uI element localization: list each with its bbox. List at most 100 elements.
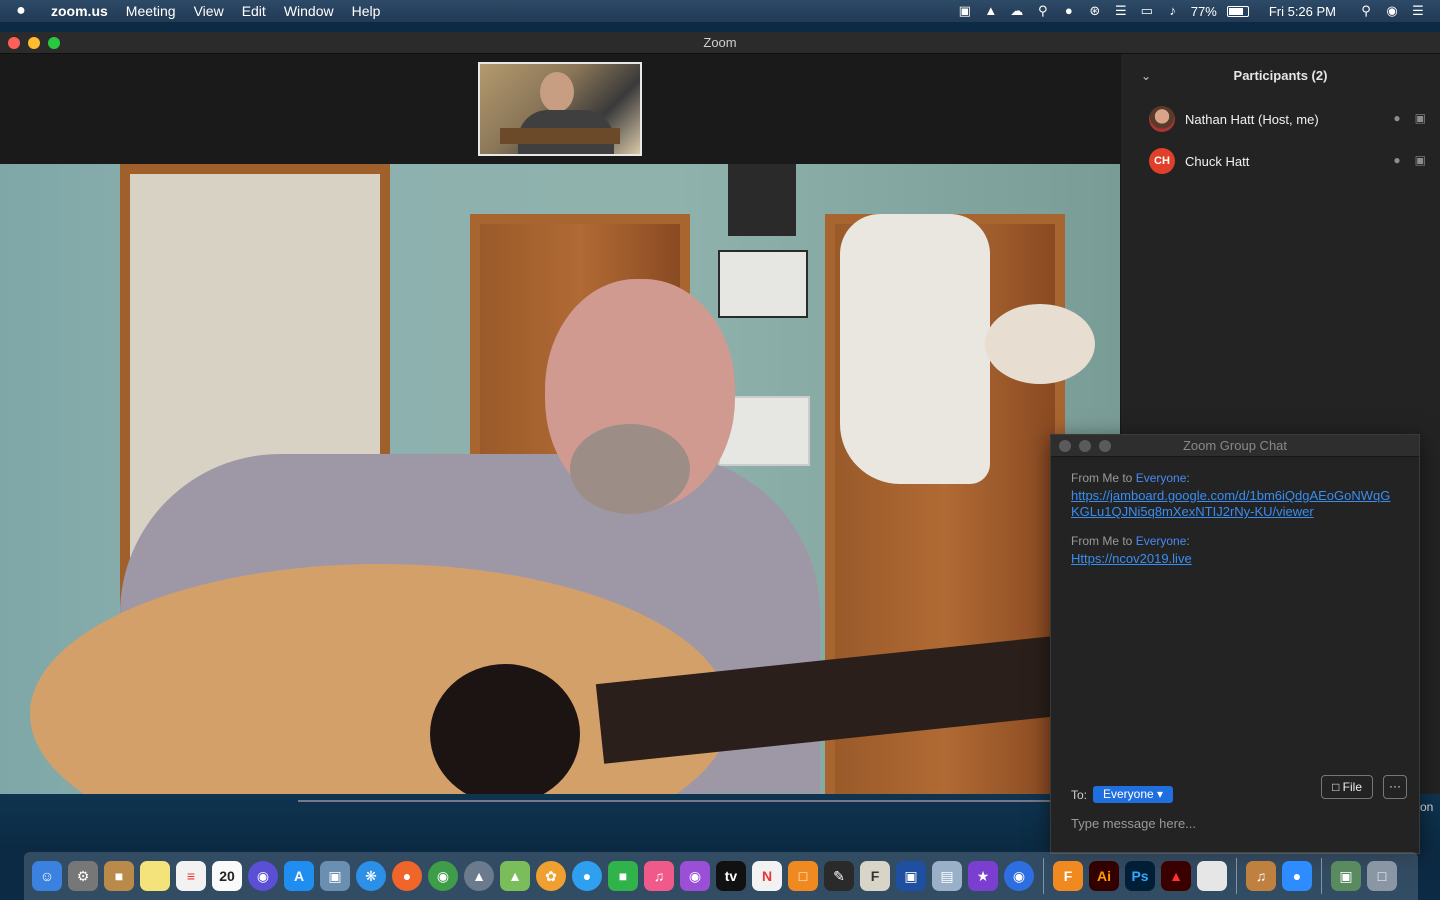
garageband-icon[interactable]: ♫ (1246, 861, 1276, 891)
recipient-dropdown[interactable]: Everyone ▾ (1093, 786, 1174, 803)
creative-cloud-icon[interactable]: ☁ (1009, 4, 1025, 18)
reminders-icon[interactable]: ≡ (176, 861, 206, 891)
battery-percent[interactable]: 77% (1191, 4, 1217, 19)
books-icon[interactable]: □ (788, 861, 818, 891)
acrobat-icon[interactable]: ▲ (1161, 861, 1191, 891)
notification-center-icon[interactable]: ☰ (1410, 4, 1426, 18)
message-recipient: Everyone (1135, 471, 1187, 485)
photoshop-icon[interactable]: Ps (1125, 861, 1155, 891)
zoom-icon[interactable]: ● (1282, 861, 1312, 891)
chat-window-controls (1059, 440, 1111, 452)
file-button[interactable]: □ File (1321, 775, 1373, 799)
podcasts-icon[interactable]: ◉ (680, 861, 710, 891)
microphone-icon[interactable]: ● (1393, 111, 1400, 125)
launchpad-icon[interactable]: ▲ (464, 861, 494, 891)
chat-message-header: From Me to Everyone: (1071, 471, 1399, 485)
siri-icon[interactable]: ◉ (1384, 4, 1400, 18)
chat-titlebar[interactable]: Zoom Group Chat (1051, 435, 1419, 457)
message-link[interactable]: https://jamboard.google.com/d/1bm6iQdgAE… (1071, 488, 1399, 520)
trash-icon[interactable]: □ (1367, 861, 1397, 891)
scrivener-icon[interactable]: ✎ (824, 861, 854, 891)
participants-title: Participants (2) (1233, 68, 1328, 83)
browser-icon[interactable]: ◉ (1004, 861, 1034, 891)
fusion-360-icon[interactable]: F (1053, 861, 1083, 891)
zoom-status-icon[interactable]: ▣ (957, 4, 973, 18)
chat-zoom-button[interactable] (1099, 440, 1111, 452)
video-camera-icon[interactable]: ▣ (1415, 111, 1426, 125)
self-video-thumbnail[interactable] (478, 62, 642, 156)
message-from: From Me to (1071, 471, 1136, 485)
messages-icon[interactable]: ● (572, 861, 602, 891)
system-preferences-icon[interactable]: ⚙ (68, 861, 98, 891)
app-store-icon[interactable]: A (284, 861, 314, 891)
menu-help[interactable]: Help (343, 0, 390, 22)
facetime-icon[interactable]: ■ (608, 861, 638, 891)
file-button-label: File (1342, 780, 1362, 794)
shield-icon[interactable]: ● (1061, 4, 1077, 18)
battery-icon[interactable] (1226, 5, 1249, 17)
upload-icon[interactable]: ▲ (983, 4, 999, 18)
menu-view[interactable]: View (185, 0, 233, 22)
illustrator-icon[interactable]: Ai (1089, 861, 1119, 891)
contacts-icon[interactable]: ■ (104, 861, 134, 891)
participant-name: Nathan Hatt (Host, me) (1185, 111, 1319, 127)
minimize-window-button[interactable] (28, 37, 40, 49)
active-speaker-video[interactable] (0, 164, 1120, 794)
firefox-icon[interactable]: ● (392, 861, 422, 891)
airplay-icon[interactable]: ▭ (1139, 4, 1155, 18)
chevron-down-icon[interactable]: ⌄ (1141, 54, 1151, 98)
message-link[interactable]: Https://ncov2019.live (1071, 551, 1399, 567)
participant-row[interactable]: Nathan Hatt (Host, me) ● ▣ (1121, 98, 1440, 140)
music-icon[interactable]: ♫ (644, 861, 674, 891)
message-colon: : (1186, 534, 1190, 548)
menu-window[interactable]: Window (275, 0, 343, 22)
preview-icon[interactable]: ▣ (320, 861, 350, 891)
volume-icon[interactable]: ♪ (1165, 4, 1181, 18)
close-window-button[interactable] (8, 37, 20, 49)
caret-down-icon: ▾ (1157, 787, 1164, 801)
more-options-button[interactable]: ··· (1383, 775, 1407, 799)
news-icon[interactable]: N (752, 861, 782, 891)
participant-row[interactable]: CH Chuck Hatt ● ▣ (1121, 140, 1440, 182)
menu-meeting[interactable]: Meeting (117, 0, 185, 22)
bluetooth-icon[interactable]: ⊛ (1087, 4, 1103, 18)
lock-icon[interactable]: ⚲ (1035, 4, 1051, 18)
horizontal-scrollbar[interactable] (298, 800, 1050, 802)
document-icon[interactable] (1197, 861, 1227, 891)
notes-icon[interactable] (140, 861, 170, 891)
video-guitar-soundhole (430, 664, 580, 794)
message-input[interactable] (1071, 813, 1401, 833)
chat-message: From Me to Everyone: https://jamboard.go… (1071, 471, 1399, 520)
video-camera-icon[interactable]: ▣ (1415, 153, 1426, 167)
maps-icon[interactable]: ▲ (500, 861, 530, 891)
apple-tv-icon[interactable]: tv (716, 861, 746, 891)
microphone-icon[interactable]: ● (1393, 153, 1400, 167)
scanner-icon[interactable]: ▤ (932, 861, 962, 891)
menu-zoom-us[interactable]: zoom.us (42, 0, 117, 22)
dock: ☺ ⚙ ■ ≡ 20 ◉ A ▣ ❋ ● ◉ ▲ ▲ ✿ ● ■ ♫ ◉ tv … (24, 852, 1418, 900)
menu-edit[interactable]: Edit (233, 0, 275, 22)
wifi-icon[interactable]: ☰ (1113, 4, 1129, 18)
clock[interactable]: Fri 5:26 PM (1269, 4, 1336, 19)
chat-close-button[interactable] (1059, 440, 1071, 452)
message-colon: : (1186, 471, 1190, 485)
photos-icon[interactable]: ✿ (536, 861, 566, 891)
spotlight-search-icon[interactable]: ⚲ (1358, 4, 1374, 18)
siri-icon[interactable]: ◉ (248, 861, 278, 891)
panic-app-icon[interactable]: ▣ (896, 861, 926, 891)
chrome-icon[interactable]: ◉ (428, 861, 458, 891)
calendar-icon[interactable]: 20 (212, 861, 242, 891)
chat-minimize-button[interactable] (1079, 440, 1091, 452)
message-recipient: Everyone (1135, 534, 1187, 548)
finder-icon[interactable]: ☺ (32, 861, 62, 891)
file-icon: □ (1332, 780, 1340, 794)
window-titlebar[interactable]: Zoom (0, 32, 1440, 54)
fullscreen-window-button[interactable] (48, 37, 60, 49)
safari-icon[interactable]: ❋ (356, 861, 386, 891)
participant-controls: ● ▣ (1393, 111, 1426, 125)
apple-menu-icon[interactable]: ● (0, 2, 42, 20)
video-picture-frame (718, 250, 808, 318)
font-book-icon[interactable]: F (860, 861, 890, 891)
image-stack-icon[interactable]: ▣ (1331, 861, 1361, 891)
imovie-icon[interactable]: ★ (968, 861, 998, 891)
